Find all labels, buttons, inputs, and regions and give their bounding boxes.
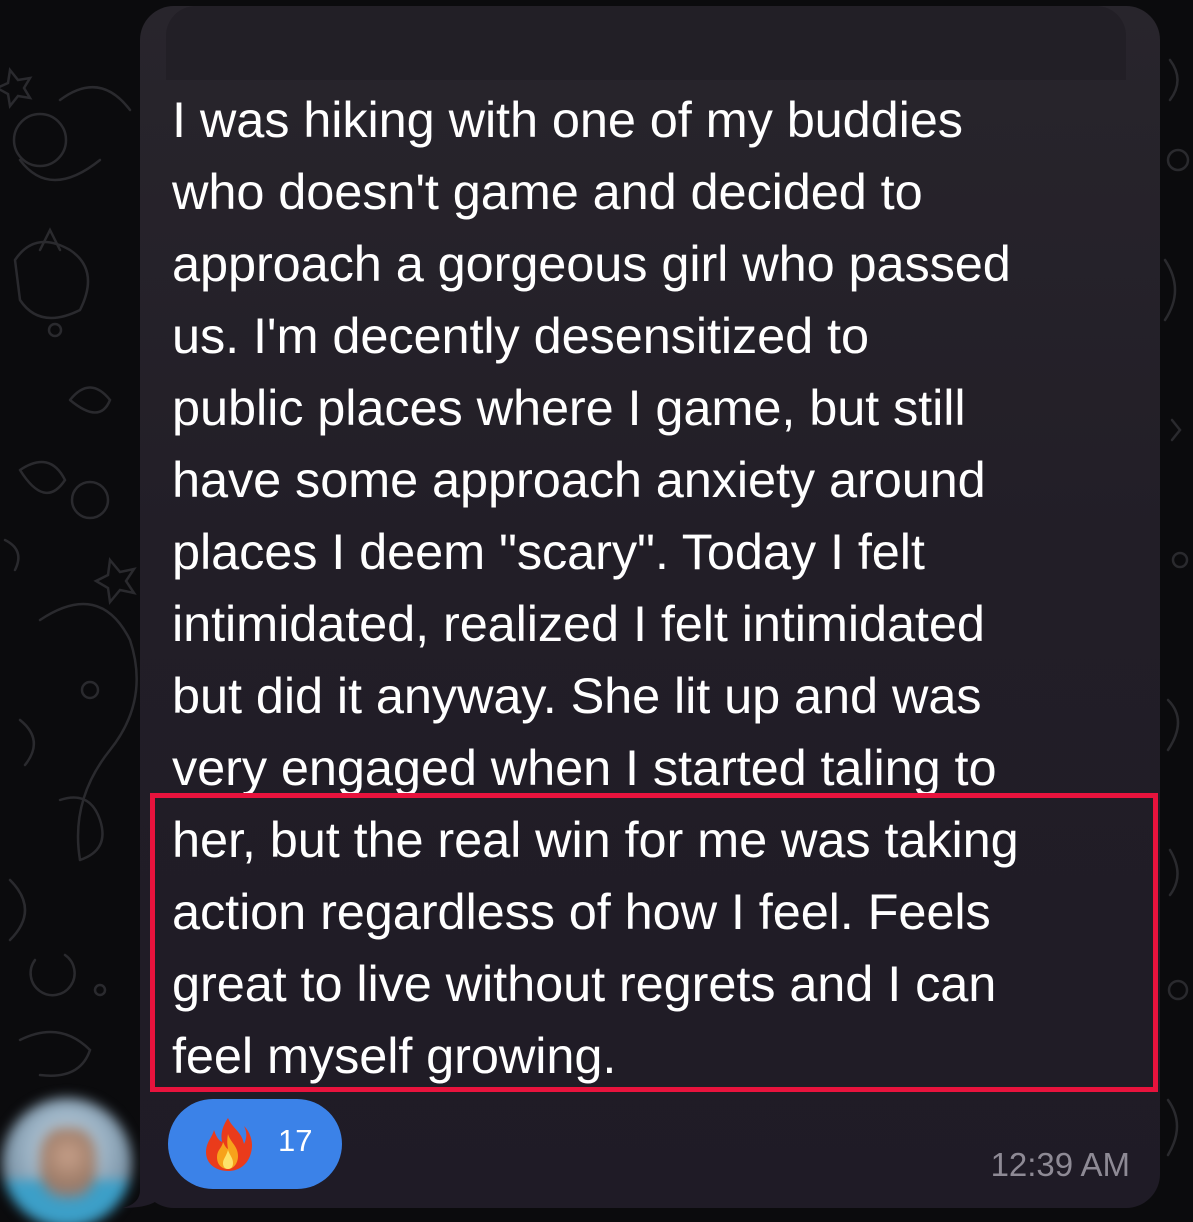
message-timestamp: 12:39 AM: [990, 1146, 1130, 1183]
fire-icon: [206, 1118, 252, 1171]
reaction-count: 17: [278, 1123, 313, 1158]
message-text: I was hiking with one of my buddies who …: [172, 91, 1019, 1084]
sender-avatar[interactable]: [2, 1098, 132, 1222]
bubble-header-strip: [166, 6, 1126, 80]
fire-reaction-button[interactable]: 17: [168, 1099, 342, 1189]
avatar-photo-person: [40, 1128, 96, 1198]
chat-screen: I was hiking with one of my buddies who …: [0, 0, 1193, 1222]
